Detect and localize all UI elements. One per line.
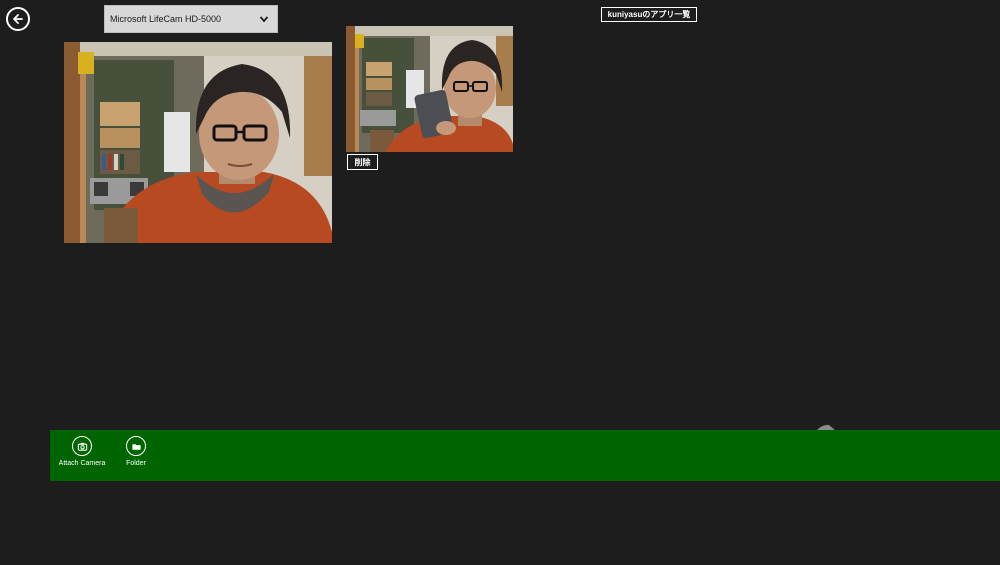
back-arrow-icon	[13, 14, 23, 24]
folder-icon	[126, 436, 146, 456]
camera-photo-small[interactable]	[346, 26, 513, 152]
chevron-down-icon	[259, 16, 269, 23]
folder-label: Folder	[126, 460, 146, 467]
folder-button[interactable]: Folder	[124, 436, 148, 467]
attach-camera-label: Attach Camera	[58, 460, 106, 467]
camera-device-value: Microsoft LifeCam HD-5000	[110, 14, 222, 24]
back-button[interactable]	[6, 7, 30, 31]
app-bar: Attach Camera Folder	[50, 430, 1000, 481]
app-list-button[interactable]: kuniyasuのアプリ一覧	[601, 7, 697, 22]
photo-scene-large	[64, 42, 332, 243]
camera-device-select[interactable]: Microsoft LifeCam HD-5000	[104, 5, 278, 33]
camera-photo-large	[64, 42, 332, 243]
attach-camera-button[interactable]: Attach Camera	[58, 436, 106, 467]
app-page: Microsoft LifeCam HD-5000 kuniyasuのアプリ一覧	[0, 0, 1000, 565]
delete-button[interactable]: 削除	[347, 154, 378, 170]
photo-scene-small	[346, 26, 513, 152]
camera-icon	[72, 436, 92, 456]
